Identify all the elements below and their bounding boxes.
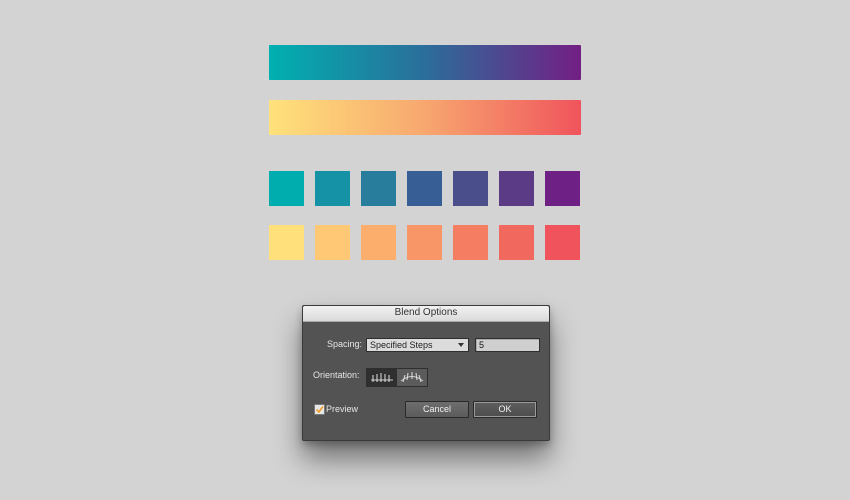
preview-label: Preview bbox=[326, 404, 359, 414]
align-to-page-button[interactable] bbox=[367, 369, 398, 386]
dialog-titlebar[interactable]: Blend Options bbox=[303, 306, 549, 322]
align-to-page-icon bbox=[371, 373, 393, 382]
warm-swatch bbox=[453, 225, 488, 260]
spacing-select-value: Specified Steps bbox=[370, 340, 433, 350]
cool-swatch bbox=[453, 171, 488, 206]
warm-swatch-row bbox=[269, 225, 581, 260]
blend-options-dialog: Blend Options Spacing: Specified Steps 5… bbox=[302, 305, 550, 441]
cool-gradient-bar bbox=[269, 45, 581, 80]
align-to-path-icon bbox=[400, 372, 424, 383]
cool-swatch bbox=[407, 171, 442, 206]
chevron-down-icon bbox=[458, 343, 464, 347]
cool-swatch bbox=[499, 171, 534, 206]
orientation-label: Orientation: bbox=[313, 370, 360, 380]
warm-swatch bbox=[499, 225, 534, 260]
cool-swatch-row bbox=[269, 171, 581, 206]
spacing-label: Spacing: bbox=[327, 339, 363, 349]
cancel-button[interactable]: Cancel bbox=[405, 401, 469, 418]
orientation-toggle-group bbox=[366, 368, 428, 387]
checkmark-icon bbox=[315, 406, 324, 414]
warm-swatch bbox=[361, 225, 396, 260]
cool-swatch bbox=[269, 171, 304, 206]
warm-swatch bbox=[315, 225, 350, 260]
ok-button[interactable]: OK bbox=[473, 401, 537, 418]
cool-swatch bbox=[361, 171, 396, 206]
warm-swatch bbox=[407, 225, 442, 260]
warm-gradient-bar bbox=[269, 100, 581, 135]
warm-swatch bbox=[545, 225, 580, 260]
preview-checkbox[interactable] bbox=[314, 404, 325, 415]
warm-swatch bbox=[269, 225, 304, 260]
cool-swatch bbox=[545, 171, 580, 206]
cool-swatch bbox=[315, 171, 350, 206]
align-to-path-button[interactable] bbox=[397, 369, 427, 386]
steps-input[interactable]: 5 bbox=[475, 338, 540, 352]
dialog-title: Blend Options bbox=[394, 307, 458, 318]
spacing-select[interactable]: Specified Steps bbox=[366, 338, 469, 352]
